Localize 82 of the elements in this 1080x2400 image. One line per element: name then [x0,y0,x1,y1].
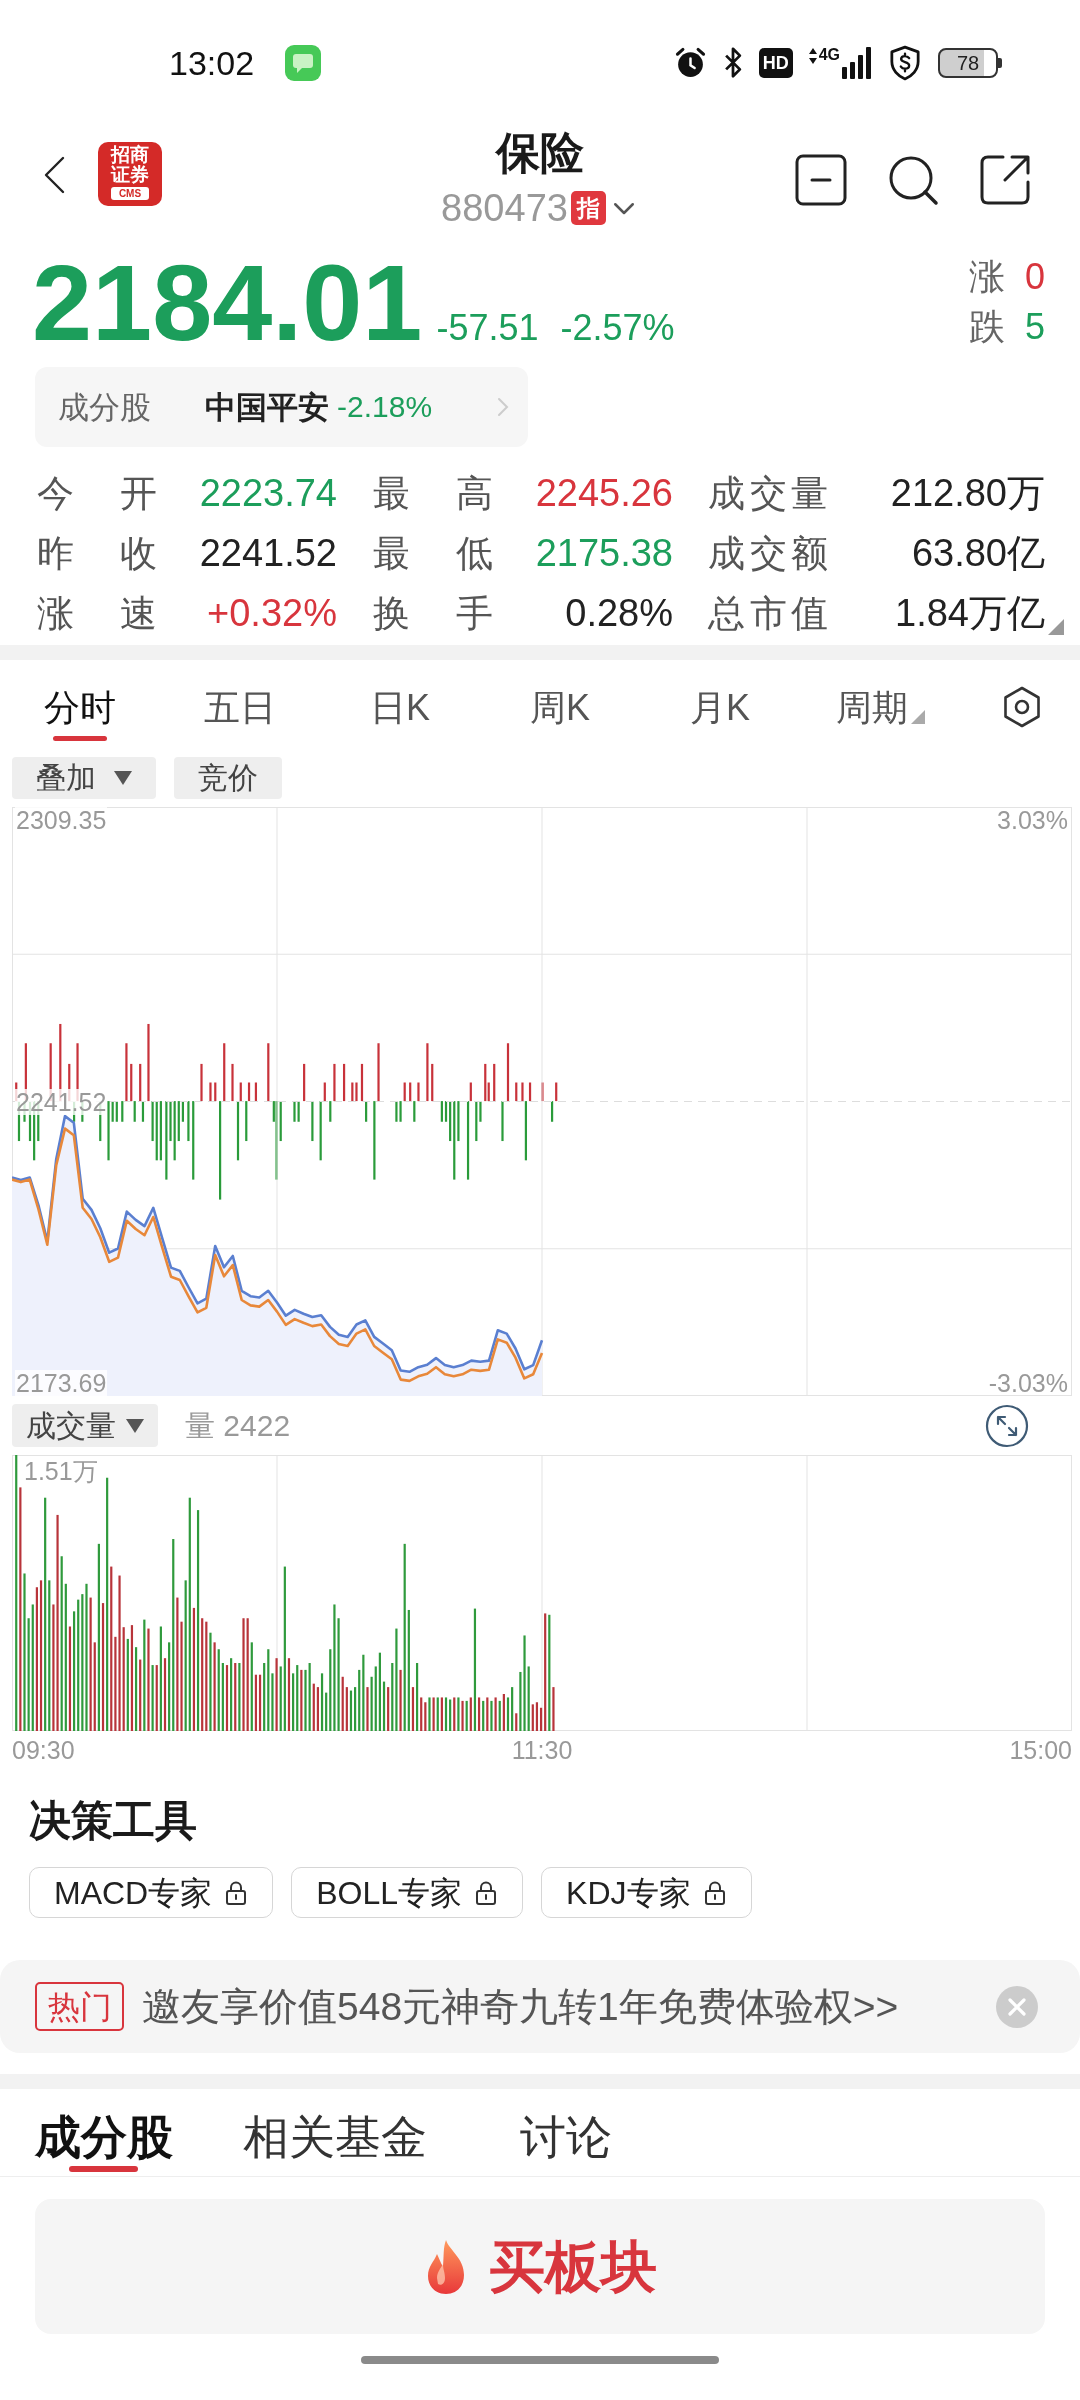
dropdown-triangle-icon [910,710,925,724]
minus-square-icon[interactable] [795,154,847,206]
stat-label: 成交量 [708,474,828,512]
breadth-count: 5 [1024,309,1045,345]
signal-bars-icon [842,46,872,79]
last-price: 2184.01 [32,249,423,357]
stat-label: 成交额 [708,534,828,572]
shield-dollar-icon [888,44,922,81]
status-time: 13:02 [169,45,255,80]
corner-triangle-icon [1048,619,1064,635]
stat-value: 1.84万亿 [894,594,1045,632]
stat-value: 212.80万 [889,474,1045,512]
section-title: 决策工具 [29,1796,198,1846]
price-change: -57.51 [436,310,539,346]
buy-sector-button[interactable]: 买板块 [35,2199,1045,2334]
stat-value: 63.80亿 [910,534,1045,572]
stat-value: 2241.52 [198,534,337,572]
promo-banner[interactable]: 热门 邀友享价值548元神奇九转1年免费体验权>> [0,1960,1080,2053]
stat-label: 今 开 [37,474,157,512]
caret-down-icon [126,1418,144,1433]
hd-indicator: HD [758,47,793,78]
search-icon[interactable] [887,154,939,206]
stat-label: 昨 收 [37,534,157,572]
section-tab[interactable]: 相关基金 [243,2089,427,2176]
period-tab[interactable]: 日K [320,660,480,744]
time-label: 11:30 [511,1737,573,1763]
stat-value: 2223.74 [198,474,337,512]
y-axis-label: 2241.52 [15,1088,108,1115]
constituent-label: 成分股 [58,391,151,423]
period-tab[interactable]: 月K [640,660,800,744]
stat-label: 总市值 [708,594,828,632]
section-tab[interactable]: 讨论 [520,2089,612,2176]
time-label: 15:00 [1009,1737,1072,1763]
stat-value: 2175.38 [534,534,673,572]
section-tab[interactable]: 成分股 [35,2089,173,2176]
stat-label: 最 低 [373,534,493,572]
logo-subtext: CMS [110,187,150,200]
period-tab[interactable]: 周期 [800,660,960,744]
expand-icon[interactable] [985,1403,1029,1448]
breadth-label: 跌 [968,309,1005,345]
overlay-chip[interactable]: 竞价 [174,757,282,799]
volume-reading: 量 2422 [185,1410,291,1441]
percent-label: 3.03% [997,807,1068,833]
volume-scale-label: 1.51万 [24,1457,98,1485]
percent-label: -3.03% [988,1370,1068,1396]
percent-change: -2.57% [560,310,675,346]
tool-button[interactable]: MACD专家 [29,1867,274,1918]
constituent-card[interactable]: 成分股 中国平安 -2.18% [35,367,528,447]
y-axis-label: 2173.69 [15,1370,108,1396]
period-tab[interactable]: 周K [480,660,640,744]
volume-selector[interactable]: 成交量 [12,1404,158,1447]
network-type: 4G [818,46,840,63]
stat-value: 0.28% [564,594,673,632]
bluetooth-icon [722,46,743,79]
stat-value: 2245.26 [534,474,673,512]
period-tab[interactable]: 分时 [0,660,160,744]
caret-down-icon [114,771,132,785]
constituent-change: -2.18% [337,392,433,422]
stat-value: +0.32% [206,594,337,632]
tool-button[interactable]: KDJ专家 [541,1867,752,1918]
stat-label: 涨 速 [37,594,157,632]
chat-app-icon [285,44,322,81]
tool-button[interactable]: BOLL专家 [291,1867,524,1918]
period-tab[interactable]: 五日 [160,660,320,744]
share-icon[interactable] [979,154,1031,206]
alarm-clock-icon [673,46,707,79]
overlay-chip[interactable]: 叠加 [12,757,156,799]
index-badge: 指 [570,191,606,225]
logo-text: 招商 [111,145,149,165]
constituent-name: 中国平安 [205,391,329,423]
stat-label: 最 高 [373,474,493,512]
up-down-arrows-icon [808,47,817,64]
breadth-label: 涨 [968,259,1005,295]
logo-text: 证券 [111,165,149,185]
promo-text: 邀友享价值548元神奇九转1年免费体验权>> [142,1987,899,2026]
time-label: 09:30 [12,1737,75,1763]
breadth-count: 0 [1024,259,1045,295]
page-title: 保险 [496,127,584,179]
stat-label: 换 手 [373,594,493,632]
battery-indicator: 78 [938,47,1002,78]
index-code: 880473 [441,189,568,227]
hot-tag: 热门 [35,1982,124,2031]
